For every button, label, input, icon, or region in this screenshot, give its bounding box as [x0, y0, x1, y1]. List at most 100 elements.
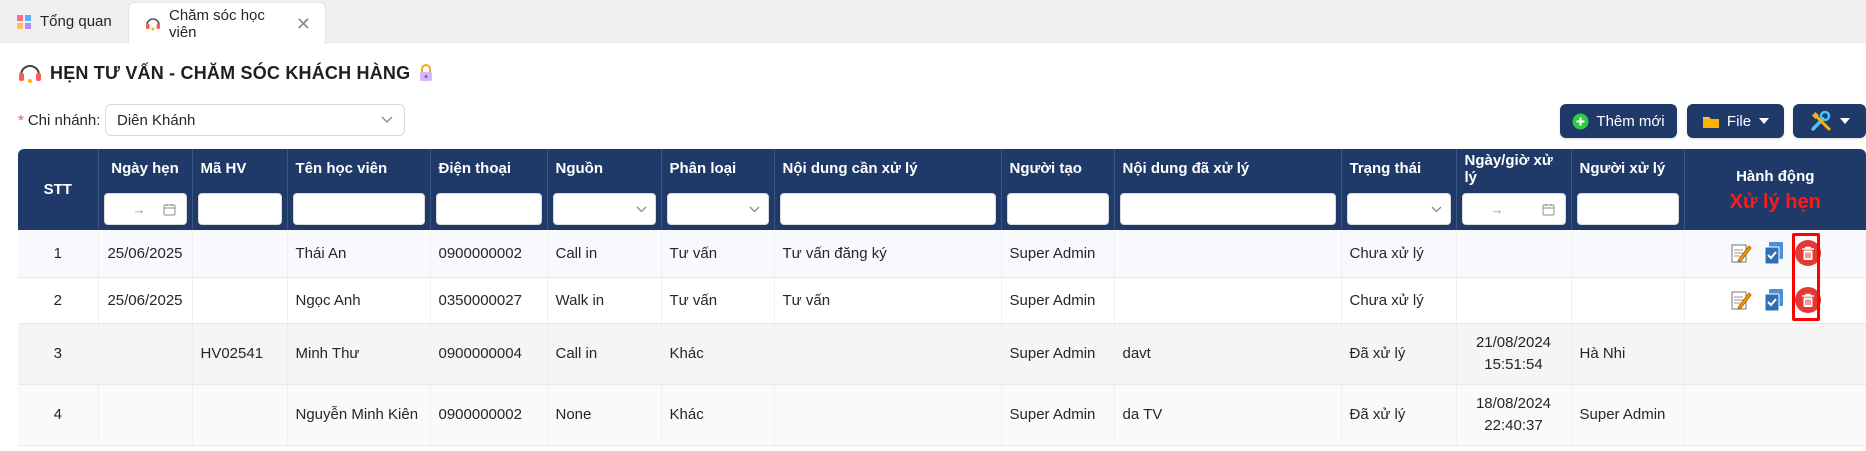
file-menu-button[interactable]: File [1687, 104, 1784, 138]
add-new-label: Thêm mới [1596, 112, 1665, 130]
cell-source: None [547, 384, 662, 446]
cell-todo: Tư vấn đăng ký [774, 230, 1002, 278]
annotation-highlight-box [1792, 233, 1820, 321]
table-row[interactable]: 1 25/06/2025 Thái An 0900000002 Call in … [18, 230, 1866, 278]
tab-overview[interactable]: Tổng quan [0, 0, 127, 43]
cell-actions [1684, 277, 1866, 324]
header-status: Trạng thái [1341, 149, 1457, 188]
required-mark: * [18, 111, 24, 129]
cell-done [1114, 230, 1342, 278]
name-filter-input[interactable] [292, 193, 425, 225]
cell-code [192, 384, 288, 446]
header-actions: Hành động Xử lý hẹn [1684, 149, 1866, 230]
cell-handler: Super Admin [1571, 384, 1685, 446]
tools-menu-button[interactable] [1793, 104, 1866, 138]
file-label: File [1726, 112, 1752, 130]
cell-status: Đã xử lý [1341, 323, 1457, 385]
cell-phone: 0900000002 [430, 230, 548, 278]
table-row[interactable]: 3 HV02541 Minh Thư 0900000004 Call in Kh… [18, 323, 1866, 385]
handled-date: 21/08/2024 [1475, 333, 1552, 351]
cell-code: HV02541 [192, 323, 288, 385]
cell-code [192, 230, 288, 278]
cell-code [192, 277, 288, 324]
actions-title: Hành động [1736, 167, 1815, 185]
tab-student-care[interactable]: Chăm sóc học viên ✕ [128, 2, 326, 44]
cell-date: 25/06/2025 [98, 230, 193, 278]
cell-category: Tư vấn [661, 230, 775, 278]
lock-icon [420, 64, 433, 81]
cell-done: davt [1114, 323, 1342, 385]
filter-done-cell [1114, 188, 1342, 230]
handled-time: 22:40:37 [1484, 416, 1543, 434]
date-range-filter[interactable]: → [103, 193, 187, 225]
cell-done: da TV [1114, 384, 1342, 446]
source-filter-select[interactable] [552, 193, 656, 225]
cell-name: Thái An [287, 230, 431, 278]
handled-date-range-filter[interactable]: → [1461, 193, 1566, 225]
header-handled-at: Ngày/giờ xử lý [1456, 149, 1572, 188]
cell-status: Đã xử lý [1341, 384, 1457, 446]
branch-filter: * Chi nhánh: [18, 104, 100, 136]
todo-filter-input[interactable] [779, 193, 996, 225]
process-appointment-icon[interactable] [1762, 288, 1786, 312]
cell-category: Khác [661, 384, 775, 446]
page-title-text: HẸN TƯ VẤN - CHĂM SÓC KHÁCH HÀNG [50, 62, 411, 83]
dashboard-icon [16, 14, 32, 30]
filter-handler-cell [1571, 188, 1685, 230]
filter-source-cell [547, 188, 662, 230]
chevron-down-icon [381, 116, 393, 123]
cell-category: Khác [661, 323, 775, 385]
category-filter-select[interactable] [666, 193, 769, 225]
creator-filter-input[interactable] [1006, 193, 1109, 225]
cell-creator: Super Admin [1001, 277, 1115, 324]
table-row[interactable]: 4 Nguyễn Minh Kiên 0900000002 None Khác … [18, 384, 1866, 446]
code-filter-input[interactable] [197, 193, 282, 225]
cell-date: 25/06/2025 [98, 277, 193, 324]
filter-category-cell [661, 188, 775, 230]
cell-date [98, 323, 193, 385]
range-arrow: → [1490, 201, 1504, 217]
add-new-button[interactable]: Thêm mới [1560, 104, 1677, 138]
cell-actions [1684, 230, 1866, 278]
status-filter-select[interactable] [1346, 193, 1451, 225]
close-icon[interactable]: ✕ [296, 15, 311, 33]
chevron-down-icon [636, 206, 646, 212]
cell-name: Ngọc Anh [287, 277, 431, 324]
chevron-down-icon [1431, 206, 1441, 212]
cell-handler [1571, 277, 1685, 324]
cell-actions [1684, 384, 1866, 446]
cell-creator: Super Admin [1001, 384, 1115, 446]
range-arrow: → [132, 201, 146, 217]
handled-date: 18/08/2024 [1475, 394, 1552, 412]
table-row[interactable]: 2 25/06/2025 Ngọc Anh 0350000027 Walk in… [18, 277, 1866, 324]
phone-filter-input[interactable] [435, 193, 542, 225]
edit-icon[interactable] [1729, 241, 1753, 265]
cell-actions [1684, 323, 1866, 385]
header-category: Phân loại [661, 149, 775, 188]
filter-phone-cell [430, 188, 548, 230]
edit-icon[interactable] [1729, 288, 1753, 312]
cell-phone: 0900000004 [430, 323, 548, 385]
cell-handler [1571, 230, 1685, 278]
branch-select[interactable]: Diên Khánh [105, 104, 405, 136]
header-todo: Nội dung cần xử lý [774, 149, 1002, 188]
chevron-down-icon [749, 206, 759, 212]
cell-status: Chưa xử lý [1341, 230, 1457, 278]
cell-handled-at [1456, 277, 1572, 324]
calendar-icon [1542, 203, 1554, 215]
header-stt: STT [18, 149, 99, 230]
cell-handled-at [1456, 230, 1572, 278]
calendar-icon [163, 203, 175, 215]
header-phone: Điện thoại [430, 149, 548, 188]
cell-source: Call in [547, 323, 662, 385]
cell-creator: Super Admin [1001, 230, 1115, 278]
cell-status: Chưa xử lý [1341, 277, 1457, 324]
handler-filter-input[interactable] [1576, 193, 1679, 225]
process-appointment-icon[interactable] [1762, 241, 1786, 265]
done-filter-input[interactable] [1119, 193, 1336, 225]
cell-handled-at: 18/08/2024 22:40:37 [1456, 384, 1572, 446]
cell-phone: 0900000002 [430, 384, 548, 446]
header-done: Nội dung đã xử lý [1114, 149, 1342, 188]
tab-bar: Tổng quan Chăm sóc học viên ✕ [0, 0, 1866, 44]
branch-label: Chi nhánh: [27, 111, 101, 129]
